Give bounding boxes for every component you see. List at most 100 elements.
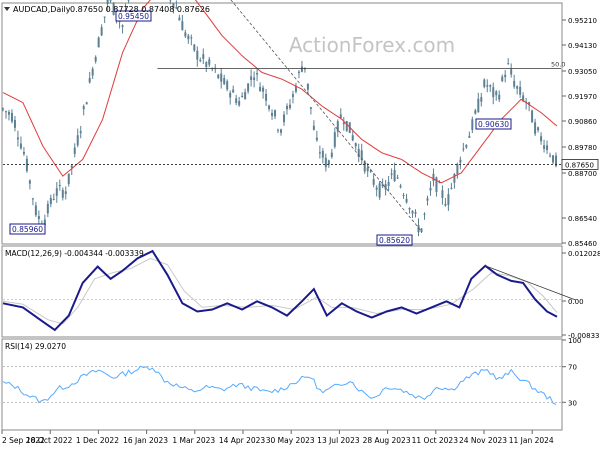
candle-body [199,59,202,62]
fib-50-label: 50.0 [551,61,565,69]
candle-body [330,152,333,157]
x-tick-label: 24 Nov 2023 [459,436,507,445]
candle-body [190,37,193,39]
candle-body [291,94,294,97]
candle-body [91,68,94,76]
price-y-tick-label: 0.95210 [568,17,597,25]
candle-body [178,17,181,21]
candle-body [229,92,232,98]
candle-body [516,86,519,89]
candle-body [297,71,300,73]
candle-body [34,205,37,216]
price-y-tick-label: 0.85460 [568,240,597,248]
candle-body [238,101,241,106]
candle-body [315,137,318,141]
candle-body [321,150,324,158]
candle-body [208,59,211,65]
candle-body [375,187,378,190]
candle-body [265,94,268,101]
candle-body [339,114,342,119]
x-tick-label: 1 Mar 2023 [172,436,215,445]
candle-body [462,148,465,150]
candle-body [100,27,103,36]
candle-body [471,119,474,131]
candle-body [64,191,67,195]
candle-body [25,158,28,172]
candle-body [46,203,49,214]
watermark: ActionForex.com [289,33,455,57]
x-tick-label: 13 Jul 2023 [317,436,360,445]
candle-body [546,145,549,150]
price-header: AUDCAD,Daily 0.87650 0.87728 0.87408 0.8… [4,5,210,14]
candle-body [256,73,259,75]
price-y-tick-label: 0.94130 [568,42,597,50]
macd-y-tick-label: 0.00 [568,298,584,306]
candle-body [19,143,22,149]
candle-body [441,190,444,198]
candle-body [513,80,516,87]
rsi-y-tick-label: 30 [568,399,577,407]
candle-body [262,87,265,92]
candle-body [106,0,109,5]
candle-body [345,121,348,131]
candle-body [372,179,375,185]
candle-body [444,203,447,206]
candle-body [67,173,70,184]
candle-body [280,129,283,133]
candle-body [336,121,339,132]
candle-body [88,78,91,83]
candle-body [288,104,291,109]
x-tick-label: 11 Oct 2023 [412,436,459,445]
candle-body [277,129,280,131]
x-tick-label: 18 Oct 2022 [26,436,73,445]
candle-body [507,63,510,65]
candle-body [387,181,390,186]
candle-body [282,114,285,123]
candle-body [97,37,100,48]
candle-body [429,187,432,191]
candle-body [450,187,453,189]
price-y-tick-label: 0.89780 [568,144,597,152]
candle-body [94,57,97,62]
candle-body [70,165,73,168]
candle-body [232,89,235,93]
chart-background [0,0,600,450]
candle-body [16,137,19,140]
ohlc-readout: 0.87650 0.87728 0.87408 0.87626 [70,5,210,14]
candle-body [76,135,79,146]
candle-body [504,74,507,78]
candle-body [498,94,501,100]
x-tick-label: 30 May 2023 [266,436,315,445]
candle-body [489,85,492,87]
candle-body [127,0,130,1]
candle-body [259,86,262,92]
candle-body [22,151,25,154]
candle-body [247,83,250,92]
x-tick-label: 11 Jan 2024 [509,436,554,445]
candle-body [342,122,345,125]
candle-body [453,174,456,183]
candle-body [414,212,417,214]
rsi-y-tick-label: 100 [568,337,581,345]
candle-body [31,198,34,200]
candle-body [52,198,55,200]
chart-title: AUDCAD,Daily [13,5,71,14]
candle-body [253,77,256,81]
candle-body [456,164,459,175]
chart-canvas: ActionForex.com 0.95210 0.94130 0.93050 0.9… [0,0,600,450]
candle-body [193,44,196,51]
candle-body [121,25,124,27]
candle-body [205,62,208,67]
candle-body [366,167,369,172]
candle-body [244,92,247,100]
price-y-tick-label: 0.93050 [568,68,597,76]
candle-body [235,98,238,103]
candle-body [220,73,223,82]
candle-body [28,180,31,184]
candle-body [10,112,13,122]
candle-body [13,120,16,128]
candle-body [432,173,435,182]
candle-body [351,135,354,141]
candle-body [402,194,405,196]
candle-body [226,81,229,90]
